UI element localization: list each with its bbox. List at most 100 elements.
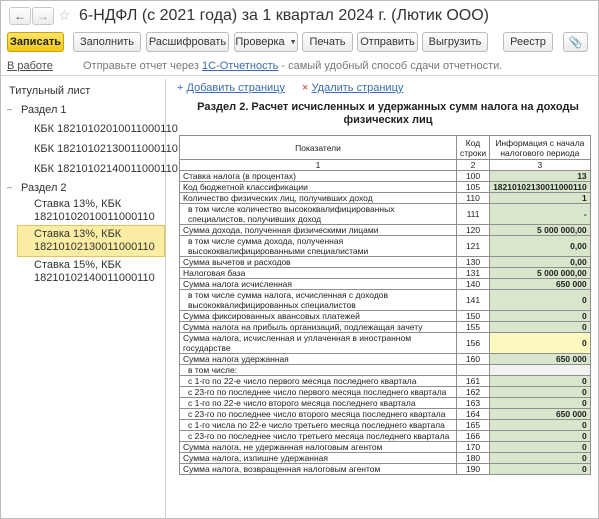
window-title: 6-НДФЛ (с 2021 года) за 1 квартал 2024 г… <box>79 7 489 24</box>
sidebar-item-kbk-3[interactable]: КБК 18210102140011000110 <box>1 163 178 175</box>
table-row: с 23-го по последнее число третьего меся… <box>179 430 591 442</box>
table-row: с 23-го по последнее число первого месяц… <box>179 386 591 398</box>
row-value-cell[interactable]: - <box>489 203 591 225</box>
row-value-cell[interactable]: 0,00 <box>489 235 591 257</box>
1c-reporting-link[interactable]: 1С-Отчетность <box>202 60 278 72</box>
row-code: 166 <box>455 430 491 442</box>
row-code: 164 <box>455 408 491 420</box>
row-value-cell[interactable]: 650 000 <box>489 353 591 365</box>
row-value-cell[interactable]: 0 <box>489 332 591 354</box>
sidebar-item-rate-13-1[interactable]: Ставка 13%, КБК 18210102010011000110 <box>1 196 166 226</box>
row-value-cell[interactable]: 0 <box>489 386 591 398</box>
row-value-cell[interactable]: 1 <box>489 192 591 204</box>
sidebar-section-2[interactable]: – Раздел 2 <box>1 182 166 194</box>
row-value-cell[interactable]: 13 <box>489 170 591 182</box>
paperclip-icon: 📎 <box>568 36 583 49</box>
row-code: 120 <box>455 224 491 236</box>
sidebar-item-kbk-2[interactable]: КБК 18210102130011000110 <box>1 143 178 155</box>
forward-button[interactable]: → <box>32 7 54 25</box>
table-row: Сумма фиксированных авансовых платежей 15… <box>179 310 591 322</box>
row-code: 190 <box>455 463 491 475</box>
row-label: Налоговая база <box>179 267 457 279</box>
row-value-cell[interactable]: 650 000 <box>489 278 591 290</box>
add-page-link[interactable]: Добавить страницу <box>187 82 285 94</box>
row-label: Сумма дохода, полученная физическими лиц… <box>179 224 457 236</box>
row-code: 130 <box>455 256 491 268</box>
favorite-star-icon[interactable]: ☆ <box>58 7 71 24</box>
table-row: в том числе сумма налога, исчисленная с … <box>179 289 591 311</box>
send-button[interactable]: Отправить <box>357 32 418 52</box>
table-row: с 1-го числа по 22-е число третьего меся… <box>179 419 591 431</box>
table-row: с 1-го по 22-е число второго месяца посл… <box>179 397 591 409</box>
sidebar-item-rate-13-2[interactable]: Ставка 13%, КБК 18210102130011000110 <box>17 225 165 257</box>
fill-button[interactable]: Заполнить <box>73 32 141 52</box>
row-value-cell[interactable]: 650 000 <box>489 408 591 420</box>
row-label: с 1-го по 22-е число первого месяца посл… <box>179 375 457 387</box>
table-row: Сумма налога, излишне удержанная 180 0 <box>179 452 591 464</box>
status-link[interactable]: В работе <box>7 60 53 72</box>
sidebar-item-title-page[interactable]: Титульный лист <box>1 85 166 97</box>
row-label: с 1-го по 22-е число второго месяца посл… <box>179 397 457 409</box>
check-dropdown-button[interactable]: Проверка ▼ <box>234 32 298 52</box>
sidebar-item-kbk-1[interactable]: КБК 18210102010011000110 <box>1 123 178 135</box>
header-line-code: Код строки <box>455 135 491 160</box>
sidebar-section-1[interactable]: – Раздел 1 <box>1 104 166 116</box>
row-code: 165 <box>455 419 491 431</box>
row-label: с 23-го по последнее число второго месяц… <box>179 408 457 420</box>
collapse-icon[interactable]: – <box>7 182 12 192</box>
row-value-cell[interactable]: 0 <box>489 463 591 475</box>
row-code: 160 <box>455 353 491 365</box>
row-label: в том числе сумма дохода, полученная выс… <box>179 235 457 257</box>
row-label: Ставка налога (в процентах) <box>179 170 457 182</box>
table-row: Сумма налога на прибыль организаций, под… <box>179 321 591 333</box>
row-code: 170 <box>455 441 491 453</box>
row-value-cell[interactable]: 0 <box>489 397 591 409</box>
delete-icon[interactable]: × <box>302 82 308 94</box>
row-value-cell[interactable]: 0 <box>489 375 591 387</box>
table-row: Сумма дохода, полученная физическими лиц… <box>179 224 591 236</box>
row-code: 150 <box>455 310 491 322</box>
table-row: в том числе сумма дохода, полученная выс… <box>179 235 591 257</box>
table-row: Сумма налога, возвращенная налоговым аге… <box>179 463 591 475</box>
row-code <box>455 364 491 376</box>
row-value-cell[interactable]: 0 <box>489 430 591 442</box>
row-label: с 23-го по последнее число первого месяц… <box>179 386 457 398</box>
table-header-row: Показатели Код строки Информация с начал… <box>179 135 591 160</box>
row-value-cell[interactable]: 0,00 <box>489 256 591 268</box>
row-value-cell[interactable]: 5 000 000,00 <box>489 224 591 236</box>
toolbar: Записать Заполнить Расшифровать Проверка… <box>1 32 598 54</box>
row-value-cell[interactable]: 5 000 000,00 <box>489 267 591 279</box>
row-value-cell[interactable]: 0 <box>489 321 591 333</box>
row-code: 121 <box>455 235 491 257</box>
delete-page-link[interactable]: Удалить страницу <box>312 82 404 94</box>
report-table: Показатели Код строки Информация с начал… <box>179 135 591 475</box>
row-value-cell[interactable]: 0 <box>489 289 591 311</box>
row-value-cell[interactable]: 0 <box>489 310 591 322</box>
export-button[interactable]: Выгрузить <box>422 32 488 52</box>
registry-button[interactable]: Реестр <box>503 32 553 52</box>
back-button[interactable]: ← <box>9 7 31 25</box>
attach-button[interactable]: 📎 <box>563 32 588 52</box>
sidebar-item-rate-15[interactable]: Ставка 15%, КБК 18210102140011000110 <box>1 257 166 287</box>
table-row: с 23-го по последнее число второго месяц… <box>179 408 591 420</box>
decrypt-button[interactable]: Расшифровать <box>146 32 229 52</box>
row-label: в том числе количество высококвалифициро… <box>179 203 457 225</box>
row-code: 156 <box>455 332 491 354</box>
save-button[interactable]: Записать <box>7 32 64 52</box>
row-code: 180 <box>455 452 491 464</box>
table-row: Ставка налога (в процентах) 100 13 <box>179 170 591 182</box>
row-value-cell[interactable]: 0 <box>489 441 591 453</box>
info-line: В работе Отправьте отчет через 1С-Отчетн… <box>1 57 598 75</box>
table-row: Код бюджетной классификации 105 1821010213… <box>179 181 591 193</box>
row-value-cell[interactable]: 18210102130011000110 <box>489 181 591 193</box>
table-row: Сумма налога удержанная 160 650 000 <box>179 353 591 365</box>
collapse-icon[interactable]: – <box>7 104 12 114</box>
header-period-info: Информация с начала налогового периода <box>489 135 591 160</box>
header-number-3: 3 <box>489 159 591 171</box>
arrow-left-icon: ← <box>14 9 26 23</box>
row-value-cell[interactable]: 0 <box>489 452 591 464</box>
plus-icon[interactable]: + <box>177 82 183 94</box>
divider <box>1 75 598 76</box>
row-value-cell[interactable]: 0 <box>489 419 591 431</box>
print-button[interactable]: Печать <box>302 32 353 52</box>
